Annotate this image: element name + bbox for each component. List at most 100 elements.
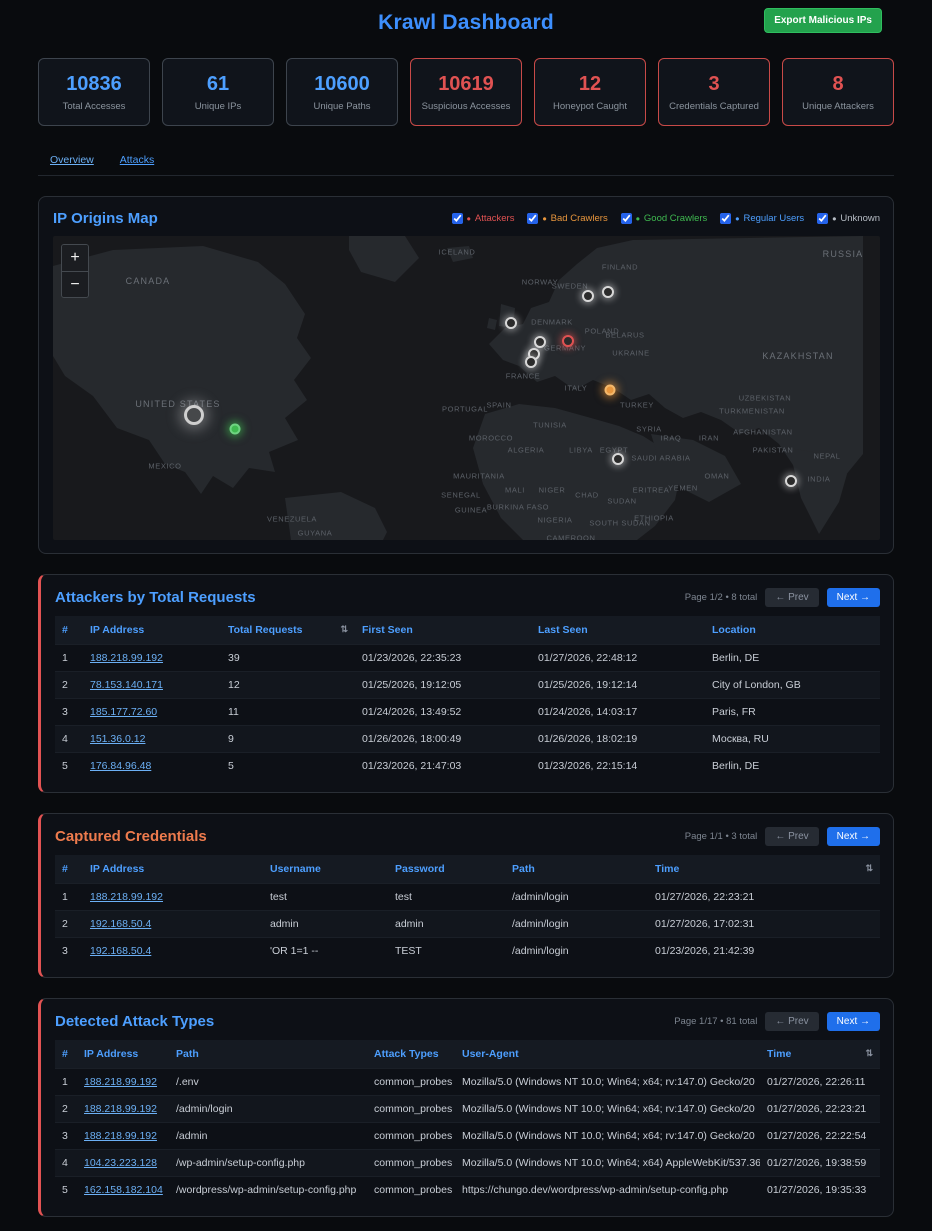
legend-item-unknown[interactable]: • Unknown — [817, 213, 880, 225]
map-marker-attacker[interactable] — [562, 335, 574, 347]
export-malicious-ips-button[interactable]: Export Malicious IPs — [764, 8, 882, 33]
legend-item-bad-crawlers[interactable]: • Bad Crawlers — [527, 213, 607, 225]
cell-num: 3 — [55, 699, 83, 726]
next-page-button[interactable]: Next → — [827, 1012, 880, 1031]
map-marker-unknown[interactable] — [582, 290, 594, 302]
legend-item-good-crawlers[interactable]: • Good Crawlers — [621, 213, 708, 225]
map-marker-good_crawler[interactable] — [230, 424, 241, 435]
legend-checkbox[interactable] — [621, 213, 632, 224]
ip-link[interactable]: 188.218.99.192 — [84, 1130, 157, 1142]
tab-attacks[interactable]: Attacks — [120, 154, 154, 166]
cell-password: test — [388, 884, 505, 911]
cell-num: 2 — [55, 672, 83, 699]
ip-link[interactable]: 192.168.50.4 — [90, 918, 151, 930]
cell-time: 01/27/2026, 19:35:33 — [760, 1177, 880, 1204]
ip-link[interactable]: 185.177.72.60 — [90, 706, 157, 718]
cell-ip: 188.218.99.192 — [77, 1096, 169, 1123]
cell-num: 2 — [55, 1096, 77, 1123]
sort-icon[interactable]: ⇅ — [865, 1048, 873, 1059]
map-country-label: FRANCE — [506, 372, 540, 381]
cell-location: Berlin, DE — [705, 753, 880, 780]
stat-card-unique-paths: 10600 Unique Paths — [286, 58, 398, 126]
column-header-attack-types: Attack Types — [367, 1040, 455, 1069]
column-header-ip-address: IP Address — [77, 1040, 169, 1069]
column-header-ip-address: IP Address — [83, 855, 263, 884]
map-country-label: ALGERIA — [508, 446, 545, 455]
legend-checkbox[interactable] — [817, 213, 828, 224]
stat-label: Unique Attackers — [802, 101, 874, 112]
table-row: 4151.36.0.12901/26/2026, 18:00:4901/26/2… — [55, 726, 880, 753]
map-country-label: TUNISIA — [533, 421, 567, 430]
legend-item-attackers[interactable]: • Attackers — [452, 213, 515, 225]
ip-link[interactable]: 176.84.96.48 — [90, 760, 151, 772]
column-header-time[interactable]: Time⇅ — [760, 1040, 880, 1069]
map-country-label: PAKISTAN — [753, 446, 794, 455]
ip-link[interactable]: 188.218.99.192 — [84, 1103, 157, 1115]
table-row: 3185.177.72.601101/24/2026, 13:49:5201/2… — [55, 699, 880, 726]
ip-link[interactable]: 192.168.50.4 — [90, 945, 151, 957]
cell-total: 11 — [221, 699, 355, 726]
legend-checkbox[interactable] — [527, 213, 538, 224]
cell-ip: 188.218.99.192 — [77, 1123, 169, 1150]
zoom-out-button[interactable]: − — [62, 271, 88, 297]
attack-types-panel: Detected Attack Types Page 1/17 • 81 tot… — [38, 998, 894, 1217]
ip-link[interactable]: 78.153.140.171 — [90, 679, 163, 691]
cell-total: 5 — [221, 753, 355, 780]
cell-path: /wordpress/wp-admin/setup-config.php — [169, 1177, 367, 1204]
column-header-total-requests[interactable]: Total Requests⇅ — [221, 616, 355, 645]
app-header: Krawl Dashboard Export Malicious IPs — [38, 0, 894, 46]
cell-attack_types: common_probes — [367, 1150, 455, 1177]
map-marker-unknown[interactable] — [505, 317, 517, 329]
legend-dot-icon: • — [832, 213, 836, 225]
legend-dot-icon: • — [467, 213, 471, 225]
ip-link[interactable]: 104.23.223.128 — [84, 1157, 157, 1169]
map-marker-cluster[interactable] — [184, 405, 204, 425]
krawl-dashboard-page: Krawl Dashboard Export Malicious IPs 108… — [0, 0, 932, 1231]
map-country-label: NIGERIA — [537, 516, 572, 525]
map-marker-unknown[interactable] — [525, 356, 537, 368]
ip-link[interactable]: 151.36.0.12 — [90, 733, 145, 745]
legend-item-regular-users[interactable]: • Regular Users — [720, 213, 804, 225]
prev-page-button[interactable]: ← Prev — [765, 827, 818, 846]
ip-link[interactable]: 162.158.182.104 — [84, 1184, 163, 1196]
attackers-table: #IP AddressTotal Requests⇅First SeenLast… — [55, 616, 880, 779]
map-country-label: GUYANA — [298, 529, 333, 538]
column-header-path: Path — [505, 855, 648, 884]
legend-label: Unknown — [840, 213, 880, 224]
column-header-time[interactable]: Time⇅ — [648, 855, 880, 884]
stat-card-credentials-captured: 3 Credentials Captured — [658, 58, 770, 126]
map-marker-unknown[interactable] — [785, 475, 797, 487]
map-canvas[interactable]: + − CANADAUNITED STATESMEXICOICELANDNORW… — [53, 236, 880, 540]
cell-time: 01/27/2026, 22:22:54 — [760, 1123, 880, 1150]
prev-page-button[interactable]: ← Prev — [765, 588, 818, 607]
ip-link[interactable]: 188.218.99.192 — [90, 652, 163, 664]
ip-link[interactable]: 188.218.99.192 — [84, 1076, 157, 1088]
next-page-button[interactable]: Next → — [827, 827, 880, 846]
map-country-label: AFGHANISTAN — [733, 428, 792, 437]
map-country-label: LIBYA — [569, 446, 593, 455]
ip-link[interactable]: 188.218.99.192 — [90, 891, 163, 903]
prev-page-button[interactable]: ← Prev — [765, 1012, 818, 1031]
map-country-label: KAZAKHSTAN — [762, 351, 833, 361]
cell-location: Paris, FR — [705, 699, 880, 726]
map-country-label: ETHIOPIA — [634, 514, 674, 523]
cell-num: 3 — [55, 1123, 77, 1150]
sort-icon[interactable]: ⇅ — [340, 624, 348, 635]
cell-first_seen: 01/23/2026, 22:35:23 — [355, 645, 531, 672]
stat-card-total-accesses: 10836 Total Accesses — [38, 58, 150, 126]
tab-overview[interactable]: Overview — [50, 154, 94, 166]
map-marker-unknown[interactable] — [612, 453, 624, 465]
map-marker-unknown[interactable] — [534, 336, 546, 348]
sort-icon[interactable]: ⇅ — [865, 863, 873, 874]
legend-checkbox[interactable] — [720, 213, 731, 224]
map-marker-unknown[interactable] — [602, 286, 614, 298]
next-page-button[interactable]: Next → — [827, 588, 880, 607]
legend-checkbox[interactable] — [452, 213, 463, 224]
table-row: 3192.168.50.4'OR 1=1 --TEST/admin/login0… — [55, 938, 880, 965]
legend-dot-icon: • — [735, 213, 739, 225]
stat-value: 10836 — [66, 73, 122, 96]
map-marker-bad_crawler[interactable] — [605, 385, 616, 396]
cell-time: 01/27/2026, 22:23:21 — [760, 1096, 880, 1123]
zoom-in-button[interactable]: + — [62, 245, 88, 271]
table-row: 1188.218.99.192testtest/admin/login01/27… — [55, 884, 880, 911]
